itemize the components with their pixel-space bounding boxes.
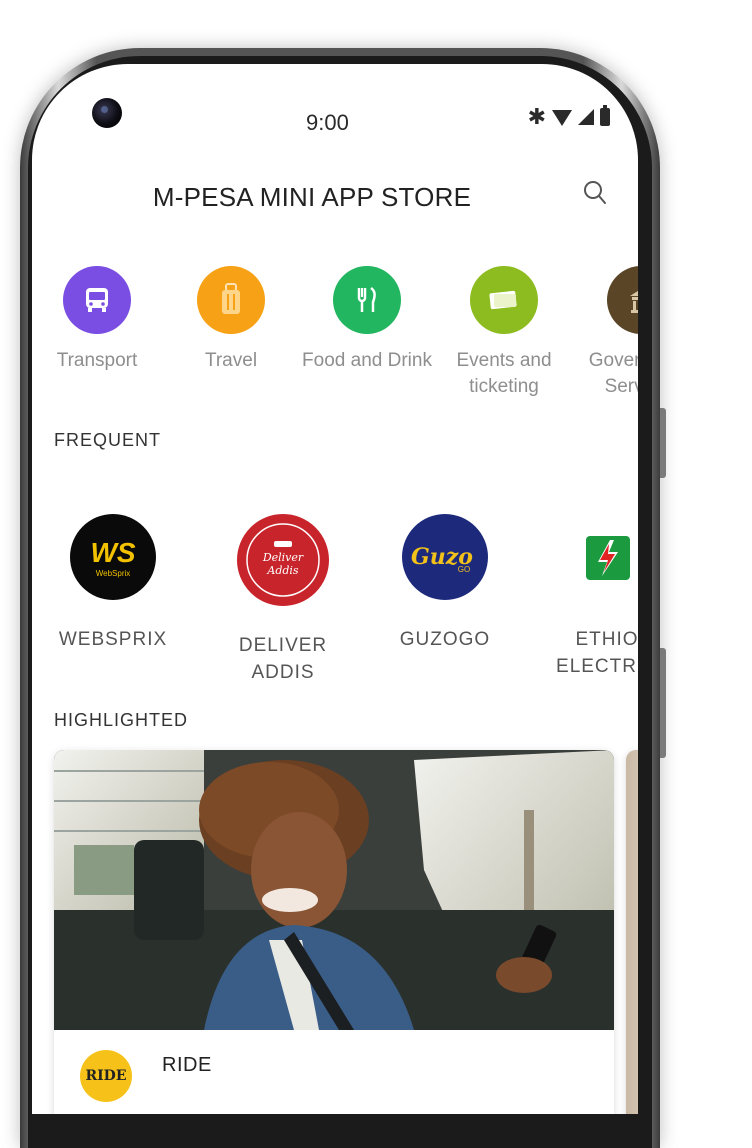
phone-screen: 9:00 ✱ M-PESA MINI APP STORE Transport T… (32, 64, 638, 1114)
app-name: WEBSPRIX (58, 629, 168, 650)
bus-icon (63, 266, 131, 334)
app-name-line: ELECTRIC (556, 656, 638, 677)
svg-text:GO: GO (458, 565, 470, 574)
category-label: Government Services (588, 350, 638, 397)
category-label: Transport (56, 350, 138, 371)
app-name-line: DELIVER (238, 635, 328, 656)
category-travel[interactable]: Travel (156, 266, 306, 374)
category-label: Travel (204, 350, 258, 371)
highlight-card-ride[interactable]: RIDE RIDE (54, 750, 614, 1114)
status-icons: ✱ (527, 104, 610, 129)
app-name-line: ADDIS (251, 662, 315, 683)
app-websprix[interactable]: WS WebSprix WEBSPRIX (32, 514, 198, 653)
category-transport[interactable]: Transport (32, 266, 172, 374)
category-label: Events and ticketing (456, 350, 552, 397)
app-name-line: ETHIO (575, 629, 638, 650)
category-row: Transport Travel Food and Drink Events a… (32, 266, 638, 416)
status-time: 9:00 (306, 110, 349, 135)
svg-text:WS: WS (90, 537, 135, 568)
front-camera (92, 98, 122, 128)
next-highlight-card[interactable] (626, 750, 638, 1114)
luggage-icon (197, 266, 265, 334)
app-deliver-addis[interactable]: Deliver Addis DELIVER ADDIS (198, 514, 368, 686)
frequent-heading: FREQUENT (54, 430, 161, 450)
app-name: GUZOGO (399, 629, 491, 650)
deliver-addis-logo: Deliver Addis (237, 514, 329, 606)
signal-icon (578, 109, 594, 125)
cutlery-icon (333, 266, 401, 334)
highlighted-heading: HIGHLIGHTED (54, 710, 189, 730)
power-button (660, 648, 666, 758)
ride-promo-image (54, 750, 614, 1030)
category-government-services[interactable]: Government Services (566, 266, 638, 400)
svg-text:Addis: Addis (266, 564, 299, 577)
bluetooth-icon: ✱ (527, 104, 546, 129)
guzogo-logo: Guzo GO (402, 514, 488, 600)
battery-icon (600, 105, 610, 126)
category-label: Food and Drink (302, 350, 432, 371)
wifi-icon (552, 110, 572, 126)
ride-logo: RIDE (80, 1050, 132, 1102)
app-ethio-electric[interactable]: ETHIO ELECTRIC (522, 514, 638, 680)
websprix-logo: WS WebSprix (70, 514, 156, 600)
category-events-and-ticketing[interactable]: Events and ticketing (429, 266, 579, 400)
svg-text:Deliver: Deliver (262, 551, 304, 564)
frequent-row: WS WebSprix WEBSPRIX Deliver Addis DELIV… (32, 514, 638, 684)
app-title: M-PESA MINI APP STORE (152, 182, 472, 212)
ride-title: RIDE (162, 1054, 212, 1076)
search-icon[interactable] (580, 178, 610, 208)
category-food-and-drink[interactable]: Food and Drink (292, 266, 442, 374)
svg-text:WebSprix: WebSprix (96, 569, 131, 578)
app-name: ETHIO ELECTRIC (522, 626, 638, 680)
ethio-electric-logo (564, 514, 638, 600)
app-name: DELIVER ADDIS (198, 632, 368, 686)
government-building-icon (607, 266, 638, 334)
app-guzogo[interactable]: Guzo GO GUZOGO (360, 514, 530, 653)
ticket-icon (470, 266, 538, 334)
volume-button (660, 408, 666, 478)
highlight-card-footer: RIDE RIDE (54, 1030, 614, 1114)
